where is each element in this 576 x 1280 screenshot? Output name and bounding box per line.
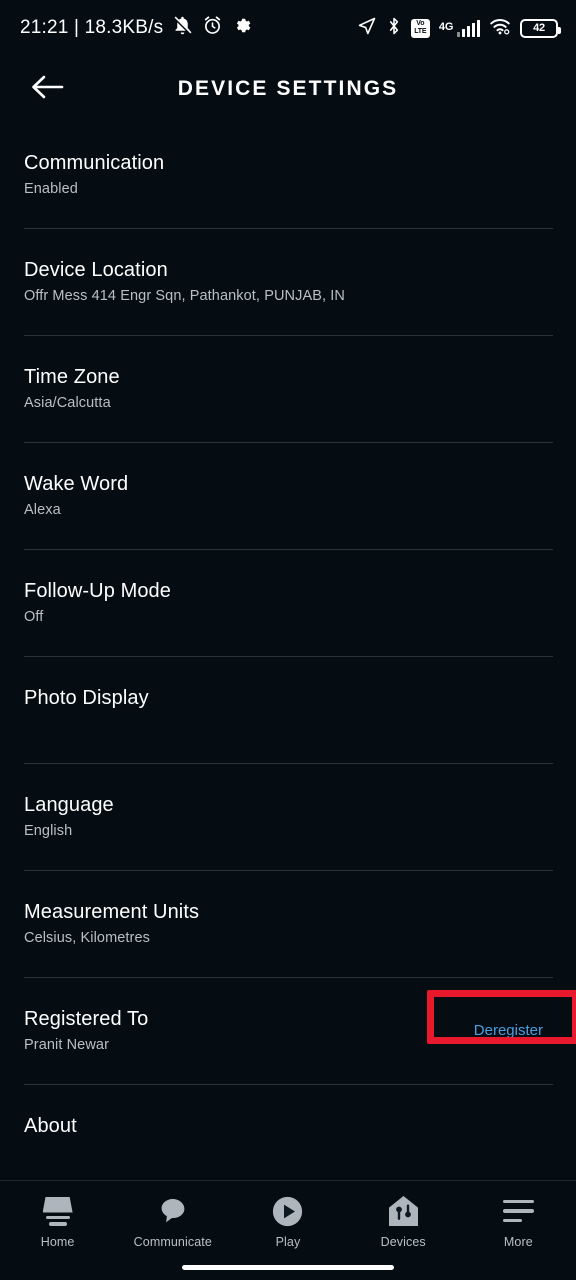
signal-bars-icon — [456, 19, 480, 37]
setting-title: Measurement Units — [24, 901, 200, 923]
nav-label: Devices — [380, 1235, 426, 1249]
setting-subtitle: Enabled — [24, 181, 78, 197]
status-clock-and-network-speed: 21:21 | 18.3KB/s — [20, 17, 164, 38]
setting-subtitle: Asia/Calcutta — [24, 395, 111, 411]
back-button[interactable] — [16, 58, 78, 120]
setting-row-about[interactable]: About — [0, 1085, 576, 1180]
setting-title: Language — [24, 794, 114, 816]
setting-title: Device Location — [24, 259, 168, 281]
bluetooth-icon — [386, 16, 402, 41]
setting-title: Communication — [24, 152, 165, 174]
setting-row-language[interactable]: Language English — [0, 764, 576, 871]
setting-title: Registered To — [24, 1008, 149, 1030]
setting-subtitle: Offr Mess 414 Engr Sqn, Pathankot, PUNJA… — [24, 288, 345, 304]
setting-row-device-location[interactable]: Device Location Offr Mess 414 Engr Sqn, … — [0, 229, 576, 336]
nav-label: Home — [40, 1235, 75, 1249]
nav-item-more[interactable]: More — [465, 1194, 571, 1249]
nav-label: Communicate — [133, 1235, 212, 1249]
settings-list[interactable]: Communication Enabled Device Location Of… — [0, 122, 576, 1180]
setting-subtitle: Celsius, Kilometres — [24, 930, 150, 946]
volte-icon: Vo LTE — [410, 18, 430, 38]
setting-row-wake-word[interactable]: Wake Word Alexa — [0, 443, 576, 550]
speech-bubble-icon — [157, 1194, 189, 1228]
gear-icon — [232, 16, 251, 40]
home-devices-icon — [388, 1194, 419, 1228]
setting-title: Follow-Up Mode — [24, 580, 172, 602]
app-header: DEVICE SETTINGS — [0, 56, 576, 122]
setting-row-photo-display[interactable]: Photo Display — [0, 657, 576, 764]
setting-subtitle: Off — [24, 609, 44, 625]
nav-item-play[interactable]: Play — [235, 1194, 341, 1249]
setting-subtitle: Pranit Newar — [24, 1037, 110, 1053]
wifi-icon — [489, 16, 511, 41]
setting-row-measurement-units[interactable]: Measurement Units Celsius, Kilometres — [0, 871, 576, 978]
setting-title: About — [24, 1115, 77, 1137]
arrow-left-icon — [30, 74, 64, 105]
page-title: DEVICE SETTINGS — [177, 77, 399, 100]
nav-item-home[interactable]: Home — [5, 1194, 111, 1249]
setting-title: Photo Display — [24, 687, 149, 709]
setting-row-communication[interactable]: Communication Enabled — [0, 122, 576, 229]
device-settings-screen: 21:21 | 18.3KB/s Vo LTE 4G 42 DEVICE SET… — [0, 0, 576, 1280]
status-bar: 21:21 | 18.3KB/s Vo LTE 4G 42 — [0, 0, 576, 56]
battery-icon: 42 — [520, 18, 561, 38]
alarm-clock-icon — [202, 15, 223, 41]
setting-subtitle: Alexa — [24, 502, 61, 518]
nav-item-communicate[interactable]: Communicate — [120, 1194, 226, 1249]
nav-label: Play — [275, 1235, 301, 1249]
bell-muted-icon — [172, 15, 193, 41]
nav-item-devices[interactable]: Devices — [350, 1194, 456, 1249]
nav-label: More — [503, 1235, 533, 1249]
setting-row-time-zone[interactable]: Time Zone Asia/Calcutta — [0, 336, 576, 443]
home-indicator[interactable] — [182, 1265, 394, 1270]
location-arrow-icon — [357, 16, 377, 41]
signal-4g-icon: 4G — [439, 19, 480, 37]
setting-row-registered-to[interactable]: Registered To Pranit Newar Deregister — [0, 978, 576, 1085]
setting-title: Wake Word — [24, 473, 129, 495]
setting-title: Time Zone — [24, 366, 120, 388]
play-circle-icon — [271, 1194, 304, 1228]
setting-subtitle: English — [24, 823, 73, 839]
hamburger-menu-icon — [502, 1194, 534, 1228]
setting-row-follow-up-mode[interactable]: Follow-Up Mode Off — [0, 550, 576, 657]
deregister-button[interactable]: Deregister — [474, 1022, 543, 1039]
status-bar-left: 21:21 | 18.3KB/s — [20, 15, 251, 41]
status-bar-right: Vo LTE 4G 42 — [357, 16, 561, 41]
echo-device-icon — [42, 1194, 73, 1228]
